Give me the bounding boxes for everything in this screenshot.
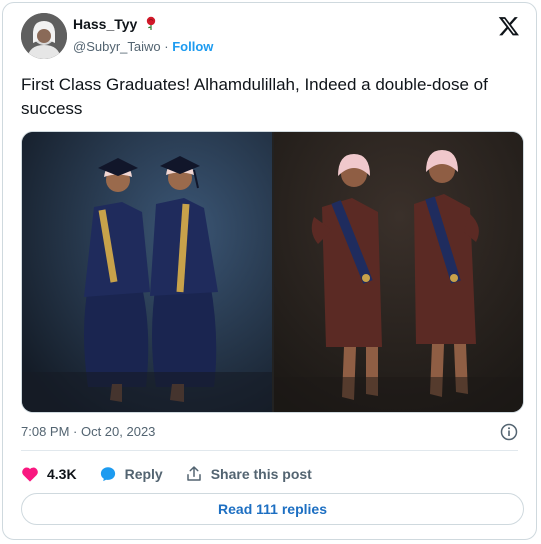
separator-dot: · xyxy=(164,39,169,54)
photo-left[interactable] xyxy=(22,132,272,412)
avatar[interactable] xyxy=(21,13,67,59)
tweet-text: First Class Graduates! Alhamdulillah, In… xyxy=(21,75,488,118)
reply-button[interactable]: Reply xyxy=(99,465,163,483)
share-label: Share this post xyxy=(210,466,312,482)
divider xyxy=(21,450,518,451)
tweet-timestamp[interactable]: 7:08 PM · Oct 20, 2023 xyxy=(21,424,155,439)
photo-right[interactable] xyxy=(274,132,523,412)
share-button[interactable]: Share this post xyxy=(185,465,312,483)
tweet-embed-card: Hass_Tyy @Subyr_Taiwo · Follow First Cla… xyxy=(2,2,537,540)
heart-icon xyxy=(22,467,38,482)
author-handle[interactable]: @Subyr_Taiwo xyxy=(73,39,161,54)
like-button[interactable]: 4.3K xyxy=(21,466,77,482)
read-replies-button[interactable]: Read 111 replies xyxy=(21,493,524,525)
author-display-name[interactable]: Hass_Tyy xyxy=(73,16,157,33)
author-name-text: Hass_Tyy xyxy=(73,16,138,32)
share-icon xyxy=(186,466,201,481)
tweet-actions: 4.3K Reply Share this post xyxy=(21,464,334,484)
reply-bubble-icon xyxy=(100,467,115,482)
like-count: 4.3K xyxy=(47,466,77,482)
reply-label: Reply xyxy=(124,466,163,482)
info-icon[interactable] xyxy=(500,423,518,441)
tweet-media[interactable] xyxy=(21,131,524,413)
author-handle-row: @Subyr_Taiwo · Follow xyxy=(73,39,213,54)
x-logo-icon[interactable] xyxy=(498,15,520,37)
rose-emoji-icon xyxy=(145,16,157,33)
follow-link[interactable]: Follow xyxy=(172,39,213,54)
